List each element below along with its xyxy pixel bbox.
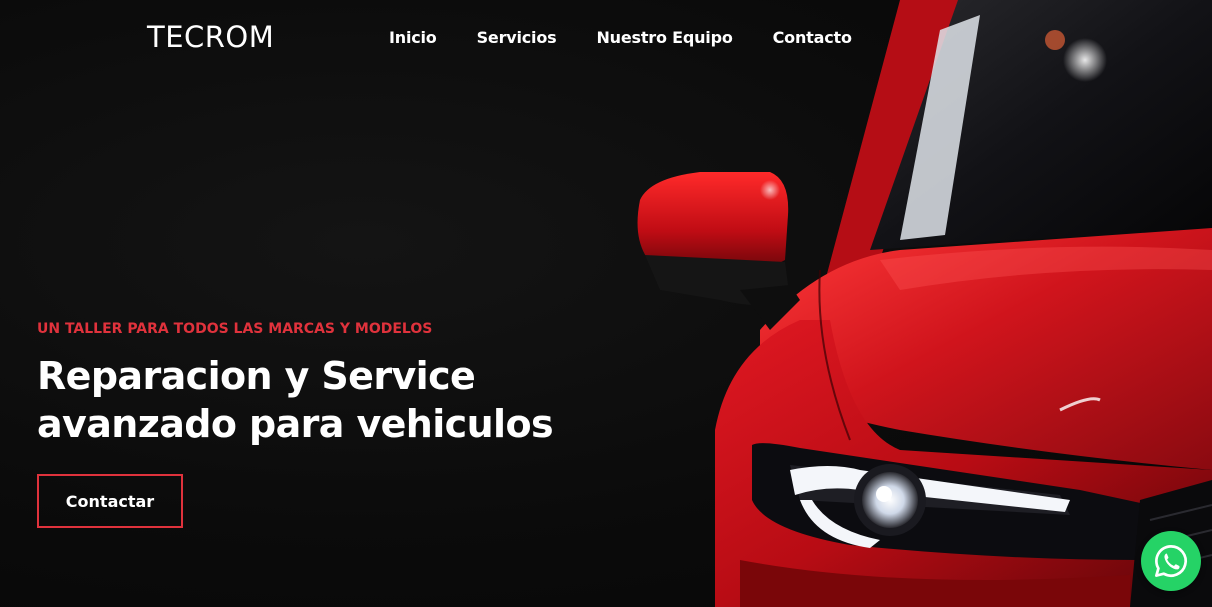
- hero-kicker: UN TALLER PARA TODOS LAS MARCAS Y MODELO…: [37, 321, 433, 337]
- brand-logo[interactable]: TECROM: [147, 20, 274, 54]
- hero-headline-line-2: avanzado para vehiculos: [37, 402, 554, 446]
- nav-item-contacto[interactable]: Contacto: [773, 28, 852, 47]
- nav-item-servicios[interactable]: Servicios: [477, 28, 557, 47]
- whatsapp-button[interactable]: [1141, 531, 1201, 591]
- whatsapp-icon: [1155, 545, 1187, 577]
- hero-section: TECROM Inicio Servicios Nuestro Equipo C…: [0, 0, 1212, 607]
- hero-headline: Reparacion y Service avanzado para vehic…: [37, 352, 597, 448]
- contactar-button[interactable]: Contactar: [37, 474, 183, 528]
- nav-item-inicio[interactable]: Inicio: [389, 28, 437, 47]
- nav-item-nuestro-equipo[interactable]: Nuestro Equipo: [596, 28, 732, 47]
- hero-headline-line-1: Reparacion y Service: [37, 354, 476, 398]
- main-nav: Inicio Servicios Nuestro Equipo Contacto: [389, 28, 852, 47]
